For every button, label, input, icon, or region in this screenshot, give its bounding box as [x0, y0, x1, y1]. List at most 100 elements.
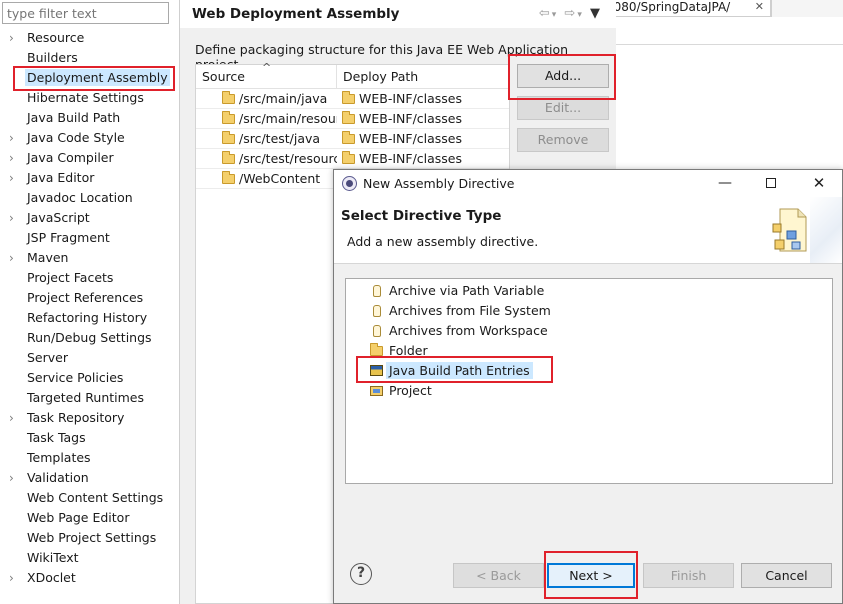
chevron-right-icon[interactable]: ›	[9, 28, 14, 48]
remove-button[interactable]: Remove	[517, 128, 609, 152]
jar-icon	[372, 305, 381, 317]
chevron-right-icon[interactable]: ›	[9, 468, 14, 488]
filter-input[interactable]	[2, 2, 169, 24]
source-cell: /src/test/resources	[239, 151, 337, 166]
eclipse-icon	[342, 176, 357, 191]
sidebar-item-javadoc-location[interactable]: Javadoc Location	[0, 188, 180, 208]
folder-icon	[222, 91, 235, 104]
sidebar-item-task-repository[interactable]: › Task Repository	[0, 408, 180, 428]
column-header-source[interactable]: Source ^	[196, 61, 337, 89]
sidebar-item-java-editor[interactable]: › Java Editor	[0, 168, 180, 188]
banner-graphic	[810, 197, 842, 263]
folder-icon	[370, 343, 383, 356]
folder-icon	[342, 131, 355, 144]
list-item[interactable]: Archive via Path Variable	[370, 281, 544, 301]
next-button[interactable]: Next >	[547, 563, 635, 588]
back-arrow-icon[interactable]: ⇦	[539, 6, 552, 21]
forward-arrow-icon[interactable]: ⇨	[564, 6, 577, 21]
chevron-right-icon[interactable]: ›	[9, 568, 14, 588]
folder-icon	[222, 171, 235, 184]
table-row[interactable]: /src/test/resources WEB-INF/classes	[196, 149, 509, 169]
source-cell: /WebContent	[239, 171, 321, 186]
dialog-title: New Assembly Directive	[363, 176, 515, 191]
deploy-path-cell: WEB-INF/classes	[359, 111, 463, 126]
dialog-banner: Select Directive Type Add a new assembly…	[334, 197, 842, 264]
banner-title: Select Directive Type	[341, 208, 502, 224]
close-icon[interactable]: ✕	[755, 0, 764, 14]
sidebar-item-project-references[interactable]: Project References	[0, 288, 180, 308]
list-item[interactable]: Archives from Workspace	[370, 321, 548, 341]
sidebar-item-project-facets[interactable]: Project Facets	[0, 268, 180, 288]
chevron-right-icon[interactable]: ›	[9, 408, 14, 428]
page-title: Web Deployment Assembly	[192, 6, 400, 22]
preferences-sidebar: ›Resource Builders Deployment Assembly H…	[0, 0, 180, 604]
back-button[interactable]: < Back	[453, 563, 544, 588]
table-row[interactable]: /src/test/java WEB-INF/classes	[196, 129, 509, 149]
sidebar-item-refactoring-history[interactable]: Refactoring History	[0, 308, 180, 328]
cancel-button[interactable]: Cancel	[741, 563, 832, 588]
sidebar-item-task-tags[interactable]: Task Tags	[0, 428, 180, 448]
minimize-button[interactable]: —	[702, 170, 748, 197]
sidebar-item-java-code-style[interactable]: › Java Code Style	[0, 128, 180, 148]
sidebar-item-server[interactable]: Server	[0, 348, 180, 368]
sidebar-item-javascript[interactable]: › JavaScript	[0, 208, 180, 228]
maximize-button[interactable]	[748, 170, 794, 197]
chevron-down-icon[interactable]: ▾	[552, 10, 559, 20]
edit-button[interactable]: Edit...	[517, 96, 609, 120]
sidebar-item-templates[interactable]: Templates	[0, 448, 180, 468]
table-row[interactable]: /src/main/java WEB-INF/classes	[196, 89, 509, 109]
table-row[interactable]: /src/main/resources WEB-INF/classes	[196, 109, 509, 129]
sidebar-item-run-debug-settings[interactable]: Run/Debug Settings	[0, 328, 180, 348]
folder-icon	[342, 111, 355, 124]
sidebar-item-wikitext[interactable]: WikiText	[0, 548, 180, 568]
chevron-right-icon[interactable]: ›	[9, 128, 14, 148]
sidebar-item-maven[interactable]: › Maven	[0, 248, 180, 268]
sidebar-item-java-build-path[interactable]: Java Build Path	[0, 108, 180, 128]
chevron-right-icon[interactable]: ›	[9, 208, 14, 228]
dialog-titlebar[interactable]: New Assembly Directive — ✕	[334, 170, 842, 197]
editor-tab-strip	[771, 0, 843, 17]
sidebar-item-validation[interactable]: › Validation	[0, 468, 180, 488]
sidebar-item-service-policies[interactable]: Service Policies	[0, 368, 180, 388]
jar-icon	[372, 285, 381, 297]
project-icon	[370, 386, 383, 396]
folder-icon	[222, 151, 235, 164]
sidebar-item-java-compiler[interactable]: › Java Compiler	[0, 148, 180, 168]
list-item[interactable]: Project	[370, 381, 432, 401]
sidebar-item-builders[interactable]: Builders	[0, 48, 180, 68]
chevron-right-icon[interactable]: ›	[9, 248, 14, 268]
list-item[interactable]: Archives from File System	[370, 301, 551, 321]
sidebar-item-targeted-runtimes[interactable]: Targeted Runtimes	[0, 388, 180, 408]
list-item[interactable]: Folder	[370, 341, 428, 361]
folder-icon	[222, 131, 235, 144]
banner-description: Add a new assembly directive.	[347, 234, 539, 249]
sidebar-item-web-content-settings[interactable]: Web Content Settings	[0, 488, 180, 508]
sidebar-item-hibernate-settings[interactable]: Hibernate Settings	[0, 88, 180, 108]
preferences-tree: › Resource Builders Deployment Assembly H…	[0, 28, 180, 588]
view-menu-icon[interactable]: ▼	[590, 6, 602, 21]
list-item-selected[interactable]: Java Build Path Entries	[370, 361, 533, 381]
source-cell: /src/main/resources	[239, 111, 337, 126]
sidebar-item-xdoclet[interactable]: › XDoclet	[0, 568, 180, 588]
wizard-icon	[772, 208, 807, 252]
sidebar-item-web-project-settings[interactable]: Web Project Settings	[0, 528, 180, 548]
sidebar-item-jsp-fragment[interactable]: JSP Fragment	[0, 228, 180, 248]
chevron-right-icon[interactable]: ›	[9, 168, 14, 188]
finish-button[interactable]: Finish	[643, 563, 734, 588]
chevron-down-icon[interactable]: ▾	[577, 10, 584, 20]
sidebar-item-resource[interactable]: › Resource	[0, 28, 180, 48]
directive-type-list[interactable]: Archive via Path Variable Archives from …	[345, 278, 833, 484]
maximize-icon	[766, 178, 776, 188]
help-icon[interactable]: ?	[350, 563, 372, 585]
add-button[interactable]: Add...	[517, 64, 609, 88]
close-button[interactable]: ✕	[796, 170, 842, 197]
chevron-right-icon[interactable]: ›	[9, 148, 14, 168]
folder-icon	[342, 91, 355, 104]
source-cell: /src/main/java	[239, 91, 328, 106]
sidebar-item-web-page-editor[interactable]: Web Page Editor	[0, 508, 180, 528]
folder-icon	[222, 111, 235, 124]
sidebar-item-deployment-assembly[interactable]: Deployment Assembly	[0, 68, 180, 88]
column-header-deploy-path[interactable]: Deploy Path	[337, 65, 509, 89]
folder-icon	[342, 151, 355, 164]
new-assembly-directive-dialog: New Assembly Directive — ✕ Select Direct…	[333, 169, 843, 604]
